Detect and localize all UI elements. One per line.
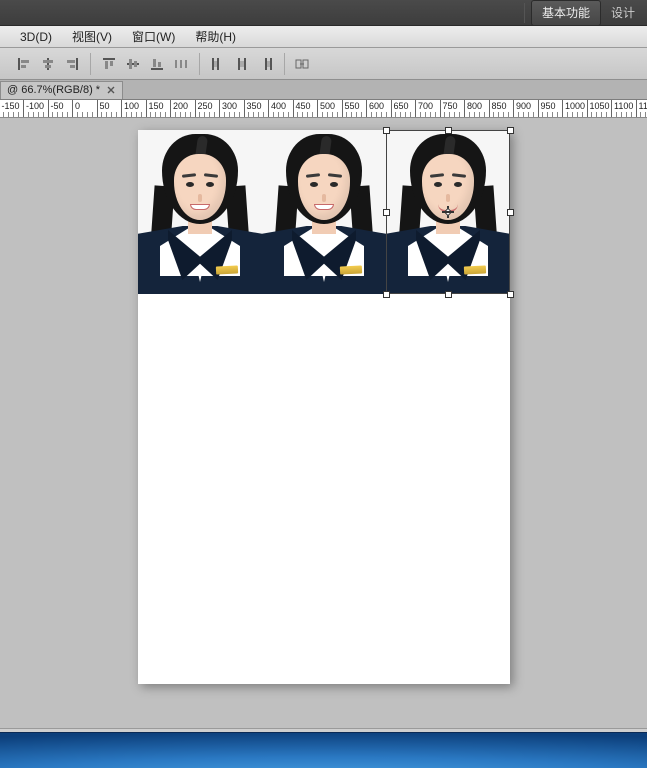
align-vertical-group: [91, 53, 200, 75]
align-left-icon[interactable]: [16, 56, 32, 72]
portrait: [138, 130, 262, 294]
distribute-group: [200, 53, 285, 75]
menu-window[interactable]: 窗口(W): [122, 26, 185, 47]
document-tab[interactable]: @ 66.7%(RGB/8) *: [0, 81, 123, 99]
align-top-icon[interactable]: [101, 56, 117, 72]
handle-bl[interactable]: [383, 291, 390, 298]
document-page[interactable]: [138, 130, 510, 684]
align-bottom-icon[interactable]: [149, 56, 165, 72]
menu-bar: 3D(D) 视图(V) 窗口(W) 帮助(H): [0, 26, 647, 48]
auto-align-group: [285, 53, 321, 75]
name-badge: [464, 265, 486, 274]
handle-tr[interactable]: [507, 127, 514, 134]
handle-tl[interactable]: [383, 127, 390, 134]
id-photo-2[interactable]: [262, 130, 386, 294]
menu-3d[interactable]: 3D(D): [10, 28, 62, 46]
distribute-h-icon[interactable]: [173, 56, 189, 72]
id-photo-3[interactable]: [386, 130, 510, 294]
close-icon[interactable]: [106, 85, 116, 95]
align-center-h-icon[interactable]: [40, 56, 56, 72]
handle-bc[interactable]: [445, 291, 452, 298]
workspace-design-link[interactable]: 设计: [603, 0, 643, 25]
menu-help[interactable]: 帮助(H): [185, 26, 246, 47]
align-edges-group: [6, 53, 91, 75]
id-photo-1[interactable]: [138, 130, 262, 294]
canvas-area[interactable]: [0, 118, 647, 728]
workspace-button[interactable]: 基本功能: [531, 0, 601, 26]
dist-right-icon[interactable]: [258, 56, 274, 72]
portrait: [262, 130, 386, 294]
align-center-v-icon[interactable]: [125, 56, 141, 72]
dist-left-icon[interactable]: [210, 56, 226, 72]
handle-br[interactable]: [507, 291, 514, 298]
handle-tc[interactable]: [445, 127, 452, 134]
portrait: [386, 130, 510, 294]
options-bar: [0, 48, 647, 80]
menu-view[interactable]: 视图(V): [62, 26, 122, 47]
name-badge: [340, 265, 362, 274]
document-tab-strip: @ 66.7%(RGB/8) *: [0, 80, 647, 100]
workspace-switcher-bar: 基本功能 设计: [0, 0, 647, 26]
handle-mr[interactable]: [507, 209, 514, 216]
document-tab-label: @ 66.7%(RGB/8) *: [7, 84, 100, 96]
handle-ml[interactable]: [383, 209, 390, 216]
auto-align-icon[interactable]: [295, 56, 311, 72]
os-taskbar[interactable]: [0, 732, 647, 768]
name-badge: [216, 265, 238, 274]
ruler-horizontal[interactable]: -150-100-5005010015020025030035040045050…: [0, 100, 647, 118]
divider: [524, 3, 525, 23]
align-right-icon[interactable]: [64, 56, 80, 72]
dist-center-icon[interactable]: [234, 56, 250, 72]
